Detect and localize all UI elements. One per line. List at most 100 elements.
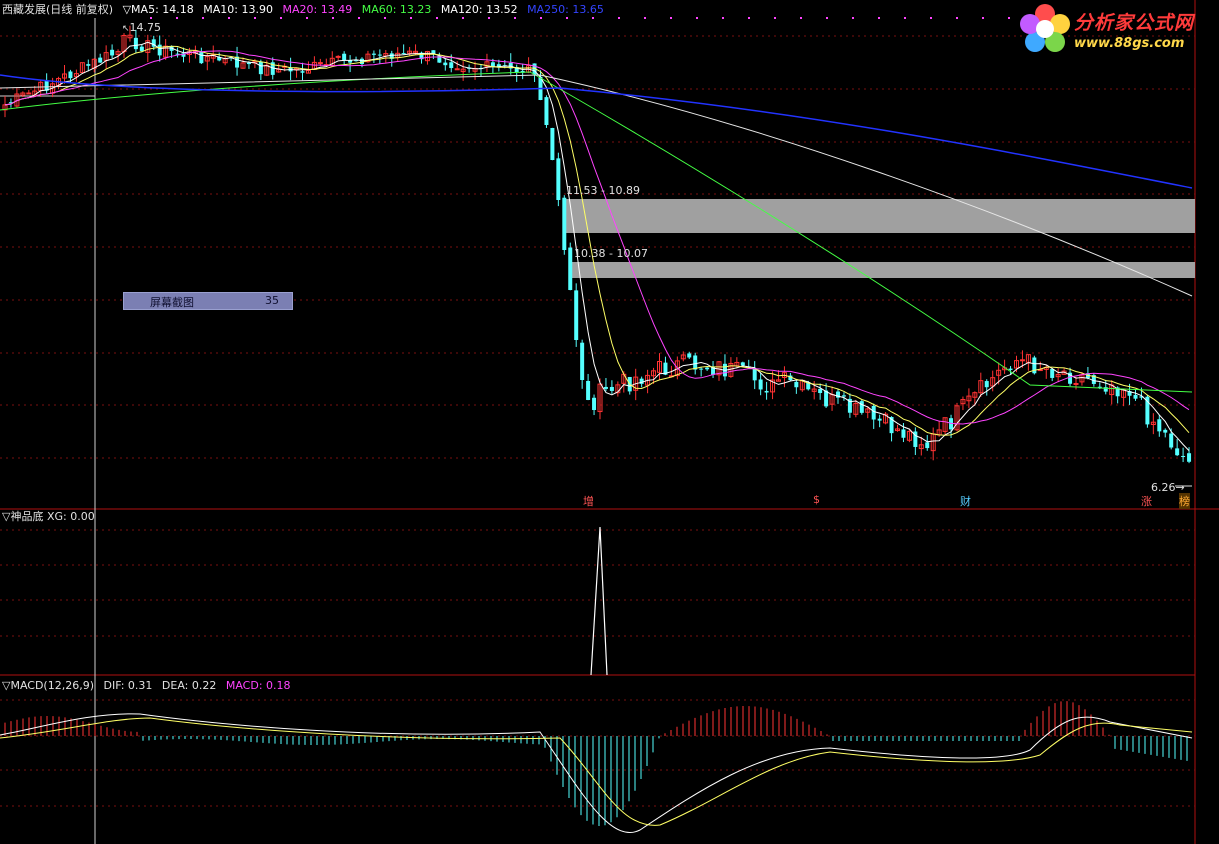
screenshot-value: 35 bbox=[265, 294, 279, 307]
resistance-zone-1 bbox=[563, 199, 1195, 233]
signal-dot bbox=[358, 17, 360, 19]
candle-body bbox=[1019, 359, 1025, 362]
event-marker-cai[interactable]: 财 bbox=[960, 493, 971, 509]
stock-chart-canvas[interactable] bbox=[0, 0, 1219, 844]
macd-value: MACD: 0.18 bbox=[225, 679, 291, 692]
candle-body bbox=[1050, 369, 1055, 378]
candle-body bbox=[1169, 433, 1174, 448]
candle-body bbox=[68, 71, 73, 79]
candle-body bbox=[1181, 455, 1186, 457]
screenshot-label: 屏幕截图 bbox=[150, 296, 194, 309]
candle-body bbox=[98, 57, 103, 63]
candle-body bbox=[258, 61, 263, 75]
signal-dot bbox=[826, 17, 828, 19]
candle-body bbox=[562, 197, 567, 250]
signal-dot bbox=[514, 17, 516, 19]
candle-body bbox=[592, 397, 597, 410]
signal-dot bbox=[982, 17, 984, 19]
signal-dot bbox=[878, 17, 880, 19]
screenshot-box[interactable]: 屏幕截图 35 bbox=[123, 292, 293, 310]
candle-body bbox=[490, 62, 495, 67]
candle-body bbox=[901, 429, 906, 438]
macd-panel-header: ▽MACD(12,26,9) DIF: 0.31 DEA: 0.22 MACD:… bbox=[2, 679, 297, 693]
signal-dot bbox=[618, 17, 620, 19]
candle-body bbox=[586, 380, 591, 400]
signal-dot bbox=[644, 17, 646, 19]
candle-body bbox=[157, 44, 162, 56]
event-marker-zhang[interactable]: 涨 bbox=[1141, 493, 1152, 509]
signal-dot bbox=[228, 17, 230, 19]
candle-body bbox=[1163, 429, 1168, 433]
candle-body bbox=[26, 92, 32, 95]
main-panel-header: 西藏发展(日线 前复权) ▽MA5: 14.18 MA10: 13.90 MA2… bbox=[2, 3, 610, 17]
signal-dot bbox=[410, 17, 412, 19]
candle-body bbox=[818, 388, 823, 394]
signal-dot bbox=[306, 17, 308, 19]
candle-body bbox=[246, 62, 251, 65]
candle-body bbox=[377, 54, 382, 56]
signal-dot bbox=[670, 17, 672, 19]
candle-body bbox=[568, 247, 573, 290]
candle-body bbox=[859, 401, 864, 413]
ma10-line bbox=[4, 45, 1190, 436]
logo-url: www.88gs.com bbox=[1074, 36, 1185, 51]
indicator-panel-header: ▽神品底 XG: 0.00 bbox=[2, 510, 95, 523]
candle-body bbox=[794, 381, 799, 388]
signal-dot bbox=[254, 17, 256, 19]
candle-body bbox=[371, 53, 376, 55]
candle-body bbox=[764, 390, 769, 393]
event-marker-zeng[interactable]: 增 bbox=[583, 493, 594, 509]
signal-dot bbox=[566, 17, 568, 19]
signal-dot bbox=[488, 17, 490, 19]
ma20-line bbox=[4, 50, 1190, 425]
candle-body bbox=[300, 71, 305, 73]
resistance-zone-1-label: 11.53 - 10.89 bbox=[566, 184, 640, 197]
candle-body bbox=[871, 405, 876, 420]
event-marker-dollar[interactable]: $ bbox=[813, 493, 820, 506]
signal-dot bbox=[202, 17, 204, 19]
signal-spike bbox=[590, 526, 608, 676]
signal-dot bbox=[904, 17, 906, 19]
candle-body bbox=[877, 418, 882, 421]
signal-dot bbox=[956, 17, 958, 19]
candle-body bbox=[705, 367, 710, 370]
candle-body bbox=[544, 97, 549, 125]
signal-dot bbox=[722, 17, 724, 19]
candle-body bbox=[86, 64, 91, 66]
ma10-value: MA10: 13.90 bbox=[203, 3, 273, 16]
candle-body bbox=[110, 49, 115, 56]
stock-title: 西藏发展(日线 前复权) bbox=[2, 3, 114, 16]
candle-body bbox=[687, 353, 692, 358]
signal-dot bbox=[800, 17, 802, 19]
signal-dot bbox=[592, 17, 594, 19]
flower-logo-icon bbox=[1020, 4, 1070, 52]
signal-dot bbox=[150, 17, 152, 19]
candle-body bbox=[699, 368, 704, 370]
signal-dot bbox=[696, 17, 698, 19]
candle-body bbox=[449, 62, 454, 69]
signal-dot bbox=[852, 17, 854, 19]
candle-body bbox=[752, 368, 757, 381]
signal-dot bbox=[1008, 17, 1010, 19]
signal-dot bbox=[280, 17, 282, 19]
candle-body bbox=[550, 127, 555, 160]
candle-body bbox=[580, 342, 585, 380]
candle-body bbox=[925, 442, 930, 449]
candle-body bbox=[317, 62, 323, 65]
candle-body bbox=[603, 386, 608, 389]
candle-body bbox=[443, 62, 448, 66]
signal-dot bbox=[540, 17, 542, 19]
candle-body bbox=[1133, 394, 1138, 399]
candle-body bbox=[693, 355, 698, 370]
ma250-value: MA250: 13.65 bbox=[527, 3, 604, 16]
candle-body bbox=[1073, 382, 1079, 385]
site-logo: 分析家公式网 www.88gs.com bbox=[1018, 2, 1218, 58]
event-marker-bang[interactable]: 榜 bbox=[1179, 493, 1190, 509]
candle-body bbox=[401, 53, 406, 55]
candle-body bbox=[740, 362, 745, 366]
resistance-zone-2-label: 10.38 - 10.07 bbox=[574, 247, 648, 260]
ma20-value: MA20: 13.49 bbox=[282, 3, 353, 16]
candle-body bbox=[758, 379, 763, 390]
macd-dif: DIF: 0.31 bbox=[103, 679, 153, 692]
signal-dot bbox=[462, 17, 464, 19]
